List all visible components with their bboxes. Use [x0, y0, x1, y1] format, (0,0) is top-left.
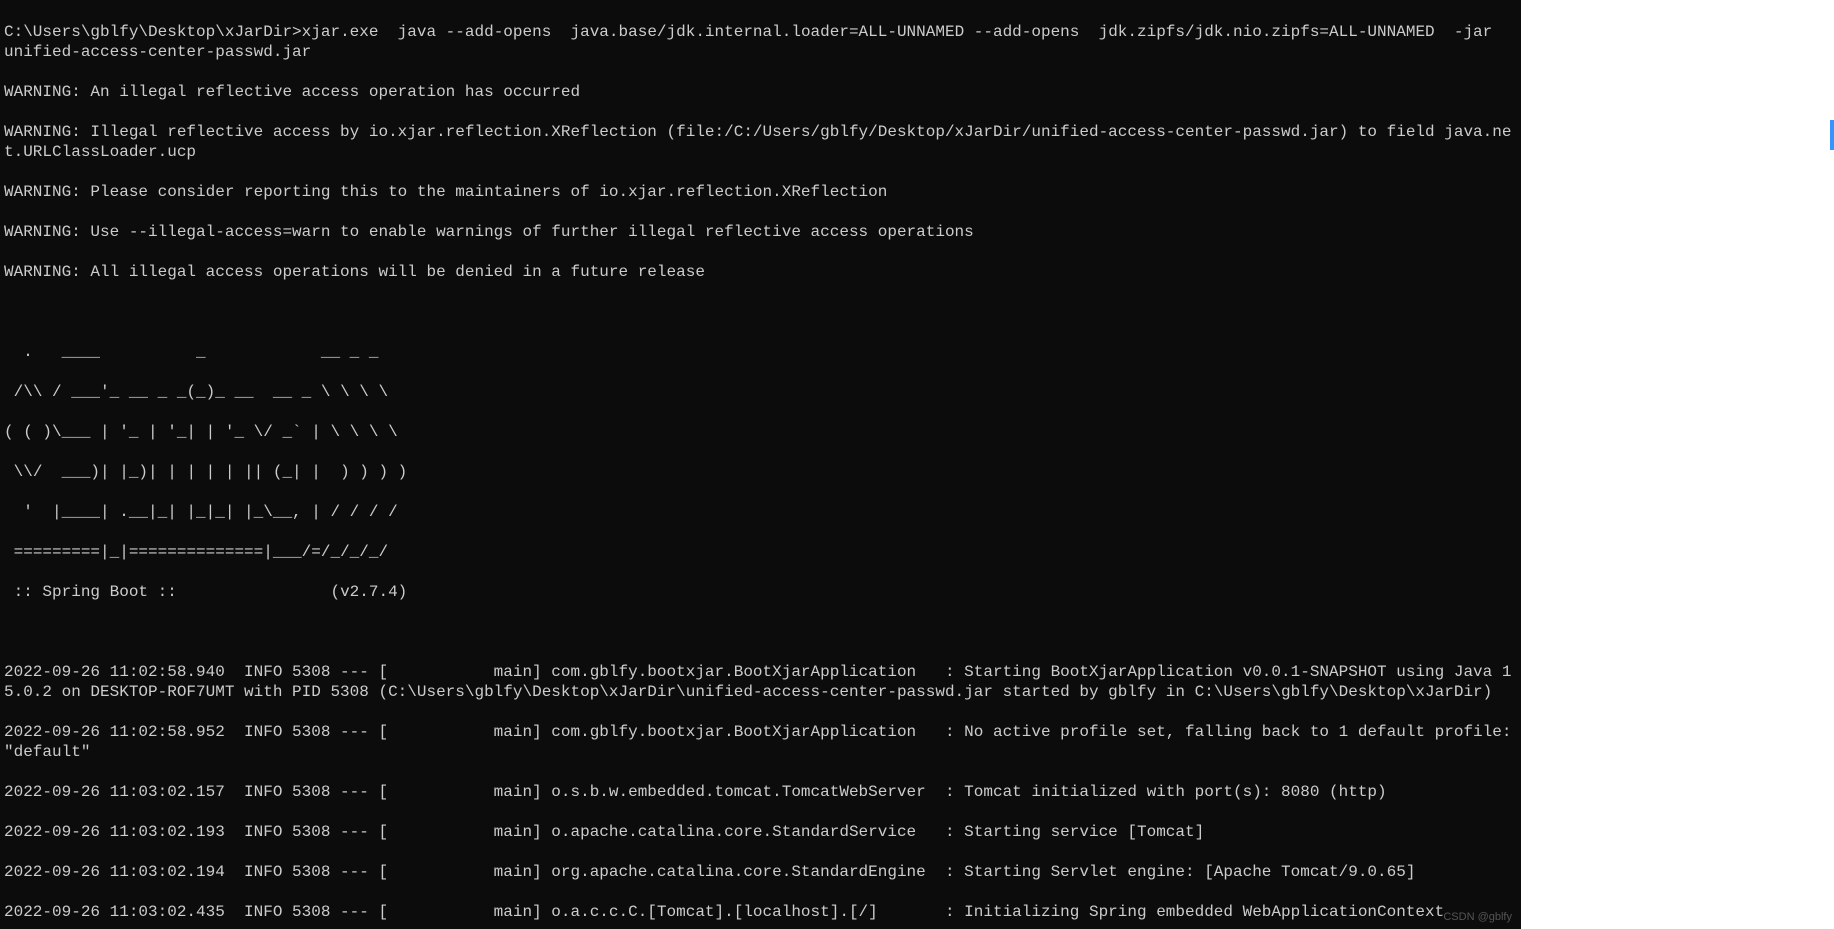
- blank-line: [4, 622, 1517, 642]
- warning-line: WARNING: Use --illegal-access=warn to en…: [4, 222, 1517, 242]
- right-blue-indicator: [1830, 120, 1834, 150]
- command-line: C:\Users\gblfy\Desktop\xJarDir>xjar.exe …: [4, 22, 1517, 62]
- log-line: 2022-09-26 11:03:02.157 INFO 5308 --- [ …: [4, 782, 1517, 802]
- log-line: 2022-09-26 11:02:58.952 INFO 5308 --- [ …: [4, 722, 1517, 762]
- warning-line: WARNING: All illegal access operations w…: [4, 262, 1517, 282]
- warning-line: WARNING: Please consider reporting this …: [4, 182, 1517, 202]
- right-panel-gap: [1521, 0, 1834, 929]
- spring-banner-line: . ____ _ __ _ _: [4, 342, 1517, 362]
- prompt-path: C:\Users\gblfy\Desktop\xJarDir>: [4, 23, 302, 41]
- log-line: 2022-09-26 11:03:02.193 INFO 5308 --- [ …: [4, 822, 1517, 842]
- blank-line: [4, 302, 1517, 322]
- log-line: 2022-09-26 11:02:58.940 INFO 5308 --- [ …: [4, 662, 1517, 702]
- warning-line: WARNING: Illegal reflective access by io…: [4, 122, 1517, 162]
- terminal-output[interactable]: C:\Users\gblfy\Desktop\xJarDir>xjar.exe …: [0, 0, 1521, 929]
- spring-banner-line: ' |____| .__|_| |_|_| |_\__, | / / / /: [4, 502, 1517, 522]
- spring-banner-line: ( ( )\___ | '_ | '_| | '_ \/ _` | \ \ \ …: [4, 422, 1517, 442]
- spring-banner-line: /\\ / ___'_ __ _ _(_)_ __ __ _ \ \ \ \: [4, 382, 1517, 402]
- log-line: 2022-09-26 11:03:02.435 INFO 5308 --- [ …: [4, 902, 1517, 922]
- watermark-text: CSDN @gblfy: [1443, 911, 1512, 925]
- log-line: 2022-09-26 11:03:02.194 INFO 5308 --- [ …: [4, 862, 1517, 882]
- spring-banner-line: =========|_|==============|___/=/_/_/_/: [4, 542, 1517, 562]
- warning-line: WARNING: An illegal reflective access op…: [4, 82, 1517, 102]
- spring-banner-line: :: Spring Boot :: (v2.7.4): [4, 582, 1517, 602]
- spring-banner-line: \\/ ___)| |_)| | | | | || (_| | ) ) ) ): [4, 462, 1517, 482]
